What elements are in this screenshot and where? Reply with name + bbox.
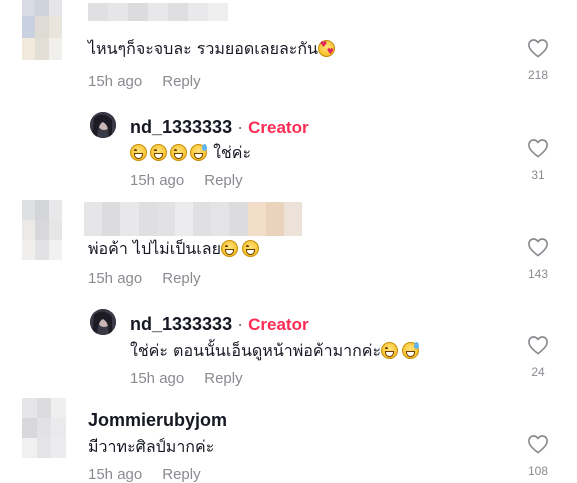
comment-meta: 15h ago Reply (88, 466, 201, 483)
creator-badge: Creator (248, 315, 309, 334)
grinning-face-icon (130, 144, 147, 161)
username[interactable] (84, 202, 302, 236)
reply-button[interactable]: Reply (204, 370, 242, 387)
like-control[interactable]: 31 (518, 138, 558, 182)
like-count: 143 (527, 267, 549, 281)
heart-outline-icon[interactable] (527, 138, 549, 158)
grinning-face-icon (381, 342, 399, 359)
avatar[interactable] (22, 200, 62, 260)
heart-outline-icon[interactable] (527, 38, 549, 58)
reply-meta: 15h ago Reply (130, 172, 243, 189)
timestamp: 15h ago (88, 73, 143, 90)
comment-text-body: พ่อค้า ไปไม่เป็นเลย (88, 239, 221, 258)
creator-badge: Creator (248, 118, 309, 137)
creator-name-row: nd_1333333 · Creator (130, 117, 309, 138)
creator-username[interactable]: nd_1333333 (130, 117, 232, 137)
like-control[interactable]: 143 (518, 237, 558, 281)
avatar[interactable] (22, 0, 62, 60)
creator-avatar[interactable] (90, 112, 116, 138)
comment-meta: 15h ago Reply (88, 73, 201, 90)
like-control[interactable]: 24 (518, 335, 558, 379)
grinning-face-icon (220, 240, 238, 257)
reply-button[interactable]: Reply (204, 172, 242, 189)
like-count: 218 (527, 68, 549, 82)
comment-meta: 15h ago Reply (88, 270, 201, 287)
timestamp: 15h ago (130, 370, 185, 387)
like-count: 31 (531, 168, 545, 182)
comment-text-body: มีวาทะศิลป์มากค่ะ (88, 437, 215, 456)
separator-dot: · (237, 117, 244, 137)
grinning-face-icon (241, 240, 259, 257)
heart-outline-icon[interactable] (527, 434, 549, 454)
separator-dot: · (237, 314, 244, 334)
avatar-image (90, 309, 116, 335)
reply-text: ใช่ค่ะ (130, 141, 251, 166)
comment-text: มีวาทะศิลป์มากค่ะ (88, 435, 214, 460)
timestamp: 15h ago (130, 172, 185, 189)
reply-button[interactable]: Reply (162, 270, 200, 287)
reply-button[interactable]: Reply (162, 466, 200, 483)
heart-outline-icon[interactable] (527, 237, 549, 257)
creator-username[interactable]: nd_1333333 (130, 314, 232, 334)
comment-text-body: ไหนๆก็จะจบละ รวมยอดเลยละกัน (88, 39, 318, 58)
reply-text-body: ใช่ค่ะ (213, 143, 252, 162)
timestamp: 15h ago (88, 270, 143, 287)
grinning-face-with-sweat-icon (190, 144, 207, 161)
username[interactable] (88, 3, 228, 21)
grinning-face-icon (150, 144, 167, 161)
like-count: 24 (531, 365, 545, 379)
timestamp: 15h ago (88, 466, 143, 483)
creator-avatar[interactable] (90, 309, 116, 335)
smiling-face-with-hearts-icon (317, 40, 335, 57)
heart-outline-icon[interactable] (527, 335, 549, 355)
like-control[interactable]: 218 (518, 38, 558, 82)
username[interactable]: Jommierubyjom (88, 410, 227, 431)
grinning-face-icon (170, 144, 187, 161)
comment-text: พ่อค้า ไปไม่เป็นเลย (88, 237, 260, 262)
comment-text: ไหนๆก็จะจบละ รวมยอดเลยละกัน (88, 37, 336, 62)
creator-name-row: nd_1333333 · Creator (130, 314, 309, 335)
like-control[interactable]: 108 (518, 434, 558, 478)
avatar[interactable] (22, 398, 66, 458)
reply-text-body: ใช่ค่ะ ตอนนั้นเอ็นดูหน้าพ่อค้ามากค่ะ (130, 341, 382, 360)
reply-text: ใช่ค่ะ ตอนนั้นเอ็นดูหน้าพ่อค้ามากค่ะ (130, 339, 420, 364)
avatar-image (90, 112, 116, 138)
reply-meta: 15h ago Reply (130, 370, 243, 387)
reply-button[interactable]: Reply (162, 73, 200, 90)
grinning-face-with-sweat-icon (402, 342, 420, 359)
like-count: 108 (527, 464, 549, 478)
